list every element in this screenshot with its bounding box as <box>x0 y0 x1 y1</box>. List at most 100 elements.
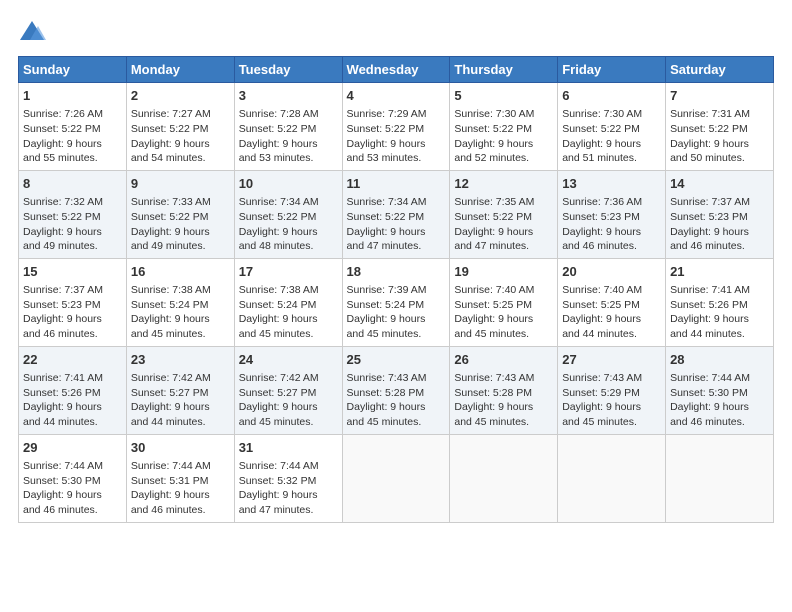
calendar-week-4: 22Sunrise: 7:41 AMSunset: 5:26 PMDayligh… <box>19 346 774 434</box>
day-info: Sunset: 5:27 PM <box>131 386 230 401</box>
day-number: 28 <box>670 351 769 369</box>
day-info: Daylight: 9 hours <box>347 225 446 240</box>
day-info: and 48 minutes. <box>239 239 338 254</box>
calendar-cell: 22Sunrise: 7:41 AMSunset: 5:26 PMDayligh… <box>19 346 127 434</box>
day-info: and 51 minutes. <box>562 151 661 166</box>
day-info: and 46 minutes. <box>23 503 122 518</box>
day-header-tuesday: Tuesday <box>234 57 342 83</box>
day-number: 18 <box>347 263 446 281</box>
day-info: Sunset: 5:22 PM <box>131 210 230 225</box>
day-number: 31 <box>239 439 338 457</box>
day-info: and 54 minutes. <box>131 151 230 166</box>
day-info: Daylight: 9 hours <box>562 400 661 415</box>
day-info: Sunrise: 7:30 AM <box>454 107 553 122</box>
day-info: and 53 minutes. <box>347 151 446 166</box>
calendar-cell: 6Sunrise: 7:30 AMSunset: 5:22 PMDaylight… <box>558 83 666 171</box>
day-info: Daylight: 9 hours <box>239 312 338 327</box>
day-number: 21 <box>670 263 769 281</box>
day-info: Daylight: 9 hours <box>454 225 553 240</box>
day-info: Sunrise: 7:33 AM <box>131 195 230 210</box>
day-info: Sunset: 5:29 PM <box>562 386 661 401</box>
calendar-cell: 24Sunrise: 7:42 AMSunset: 5:27 PMDayligh… <box>234 346 342 434</box>
day-info: Sunrise: 7:31 AM <box>670 107 769 122</box>
calendar-cell: 3Sunrise: 7:28 AMSunset: 5:22 PMDaylight… <box>234 83 342 171</box>
day-info: Daylight: 9 hours <box>23 225 122 240</box>
day-info: Daylight: 9 hours <box>239 137 338 152</box>
day-info: Sunset: 5:22 PM <box>23 210 122 225</box>
day-number: 5 <box>454 87 553 105</box>
day-header-friday: Friday <box>558 57 666 83</box>
day-info: and 47 minutes. <box>454 239 553 254</box>
day-info: and 55 minutes. <box>23 151 122 166</box>
calendar-cell: 18Sunrise: 7:39 AMSunset: 5:24 PMDayligh… <box>342 258 450 346</box>
day-info: Sunrise: 7:26 AM <box>23 107 122 122</box>
header-row: SundayMondayTuesdayWednesdayThursdayFrid… <box>19 57 774 83</box>
day-info: Sunrise: 7:27 AM <box>131 107 230 122</box>
day-info: Daylight: 9 hours <box>131 488 230 503</box>
day-number: 15 <box>23 263 122 281</box>
day-header-monday: Monday <box>126 57 234 83</box>
day-info: Sunrise: 7:36 AM <box>562 195 661 210</box>
day-info: and 50 minutes. <box>670 151 769 166</box>
calendar-cell: 15Sunrise: 7:37 AMSunset: 5:23 PMDayligh… <box>19 258 127 346</box>
day-number: 11 <box>347 175 446 193</box>
day-info: Daylight: 9 hours <box>23 488 122 503</box>
day-info: and 44 minutes. <box>670 327 769 342</box>
day-number: 13 <box>562 175 661 193</box>
calendar-cell: 7 Sunrise: 7:31 AMSunset: 5:22 PMDaylight… <box>666 83 774 171</box>
calendar-cell: 4Sunrise: 7:29 AMSunset: 5:22 PMDaylight… <box>342 83 450 171</box>
day-header-sunday: Sunday <box>19 57 127 83</box>
day-info: Sunset: 5:31 PM <box>131 474 230 489</box>
day-info: Daylight: 9 hours <box>23 137 122 152</box>
calendar-cell: 11Sunrise: 7:34 AMSunset: 5:22 PMDayligh… <box>342 170 450 258</box>
day-info: Daylight: 9 hours <box>23 400 122 415</box>
day-info: Daylight: 9 hours <box>347 137 446 152</box>
day-info: Sunrise: 7:40 AM <box>562 283 661 298</box>
day-info: Sunset: 5:26 PM <box>23 386 122 401</box>
day-info: Sunset: 5:22 PM <box>347 210 446 225</box>
day-info: Sunset: 5:22 PM <box>670 122 769 137</box>
calendar-cell: 17Sunrise: 7:38 AMSunset: 5:24 PMDayligh… <box>234 258 342 346</box>
day-info: Sunset: 5:23 PM <box>670 210 769 225</box>
calendar-week-1: 1Sunrise: 7:26 AMSunset: 5:22 PMDaylight… <box>19 83 774 171</box>
day-info: Sunrise: 7:38 AM <box>239 283 338 298</box>
day-info: Sunrise: 7:29 AM <box>347 107 446 122</box>
day-info: Sunset: 5:27 PM <box>239 386 338 401</box>
day-info: Sunset: 5:24 PM <box>131 298 230 313</box>
calendar-cell <box>666 434 774 522</box>
day-number: 16 <box>131 263 230 281</box>
day-info: and 45 minutes. <box>454 415 553 430</box>
day-info: and 46 minutes. <box>131 503 230 518</box>
day-number: 12 <box>454 175 553 193</box>
day-info: and 44 minutes. <box>23 415 122 430</box>
day-info: Sunrise: 7:28 AM <box>239 107 338 122</box>
day-info: Daylight: 9 hours <box>454 400 553 415</box>
day-info: and 45 minutes. <box>347 415 446 430</box>
day-number: 6 <box>562 87 661 105</box>
day-info: Daylight: 9 hours <box>670 137 769 152</box>
calendar-table: SundayMondayTuesdayWednesdayThursdayFrid… <box>18 56 774 523</box>
day-info: and 45 minutes. <box>239 415 338 430</box>
day-info: Daylight: 9 hours <box>347 400 446 415</box>
day-info: Daylight: 9 hours <box>670 312 769 327</box>
day-header-wednesday: Wednesday <box>342 57 450 83</box>
day-info: Daylight: 9 hours <box>239 488 338 503</box>
day-info: Sunrise: 7:42 AM <box>131 371 230 386</box>
day-number: 3 <box>239 87 338 105</box>
calendar-week-3: 15Sunrise: 7:37 AMSunset: 5:23 PMDayligh… <box>19 258 774 346</box>
day-info: and 46 minutes. <box>23 327 122 342</box>
day-info: Sunset: 5:26 PM <box>670 298 769 313</box>
calendar-cell: 10Sunrise: 7:34 AMSunset: 5:22 PMDayligh… <box>234 170 342 258</box>
day-number: 25 <box>347 351 446 369</box>
day-number: 7 <box>670 87 769 105</box>
day-info: and 44 minutes. <box>131 415 230 430</box>
calendar-cell: 23Sunrise: 7:42 AMSunset: 5:27 PMDayligh… <box>126 346 234 434</box>
calendar-cell: 13Sunrise: 7:36 AMSunset: 5:23 PMDayligh… <box>558 170 666 258</box>
calendar-cell: 31Sunrise: 7:44 AMSunset: 5:32 PMDayligh… <box>234 434 342 522</box>
calendar-cell: 16Sunrise: 7:38 AMSunset: 5:24 PMDayligh… <box>126 258 234 346</box>
day-number: 1 <box>23 87 122 105</box>
day-info: and 46 minutes. <box>670 415 769 430</box>
day-info: Daylight: 9 hours <box>131 312 230 327</box>
day-number: 30 <box>131 439 230 457</box>
day-number: 4 <box>347 87 446 105</box>
